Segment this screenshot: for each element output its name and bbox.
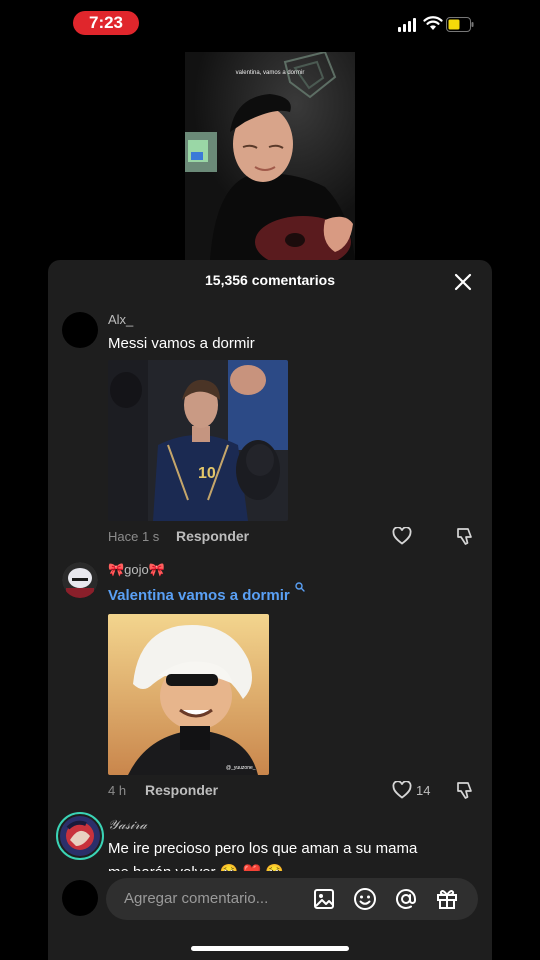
comment-username[interactable]: 𝒴𝒶𝓈𝒾𝓇𝒶 — [108, 817, 147, 833]
image-icon[interactable] — [312, 887, 336, 911]
messi-image: 10 — [108, 360, 288, 521]
wifi-icon — [423, 16, 443, 30]
comment-text: Me ire precioso pero los que aman a su m… — [108, 840, 418, 857]
video-frame — [185, 52, 355, 260]
battery-icon — [446, 17, 474, 32]
dislike-icon[interactable] — [455, 780, 475, 800]
comment-sticker-image[interactable]: 10 — [108, 360, 288, 521]
gojo-avatar-image — [62, 562, 98, 598]
close-icon[interactable] — [453, 272, 473, 292]
comment-username[interactable]: 🎀gojo🎀 — [108, 562, 165, 578]
heart-icon[interactable] — [392, 781, 412, 799]
search-icon — [295, 582, 305, 592]
comment-search-link[interactable]: Valentina vamos a dormir — [108, 582, 358, 609]
comment-input-placeholder: Agregar comentario... — [124, 890, 269, 907]
heart-icon[interactable] — [392, 527, 412, 545]
comment-text-line2: me harán volver 🥹 ❤️ 🥹 — [108, 863, 284, 871]
dislike-icon[interactable] — [455, 526, 475, 546]
comment-text: Valentina vamos a dormir — [108, 587, 290, 604]
gojo-image: @_yuuzone_ — [108, 614, 269, 775]
comment-input[interactable]: Agregar comentario... — [106, 878, 478, 920]
gift-icon[interactable] — [435, 887, 459, 911]
signal-icon — [398, 18, 416, 32]
comment-text: Messi vamos a dormir — [108, 335, 255, 352]
reply-button[interactable]: Responder — [176, 528, 249, 544]
video-caption: valentina, vamos a dormir — [235, 70, 305, 76]
home-indicator[interactable] — [191, 946, 349, 951]
yasira-avatar-image — [60, 816, 100, 856]
comments-sheet: 15,356 comentarios Alx_ Messi vamos a do… — [48, 260, 492, 960]
video-preview[interactable]: valentina, vamos a dormir — [185, 52, 355, 260]
comment-avatar[interactable] — [62, 562, 98, 598]
reply-button[interactable]: Responder — [145, 782, 218, 798]
comment-time: Hace 1 s — [108, 529, 160, 544]
user-avatar — [62, 880, 98, 916]
mention-icon[interactable] — [394, 887, 418, 911]
status-bar: 7:23 — [0, 0, 540, 46]
comment-username[interactable]: Alx_ — [108, 312, 133, 327]
status-time: 7:23 — [73, 11, 139, 35]
comment-sticker-image[interactable]: @_yuuzone_ — [108, 614, 269, 775]
image-watermark: @_yuuzone_ — [226, 765, 256, 771]
emoji-icon[interactable] — [353, 887, 377, 911]
like-count: 14 — [416, 783, 431, 798]
comment-time: 4 h — [108, 783, 127, 798]
jersey-number: 10 — [198, 465, 216, 482]
comment-avatar[interactable] — [56, 812, 104, 860]
comments-count-title: 15,356 comentarios — [205, 272, 335, 288]
comment-avatar[interactable] — [62, 312, 98, 348]
